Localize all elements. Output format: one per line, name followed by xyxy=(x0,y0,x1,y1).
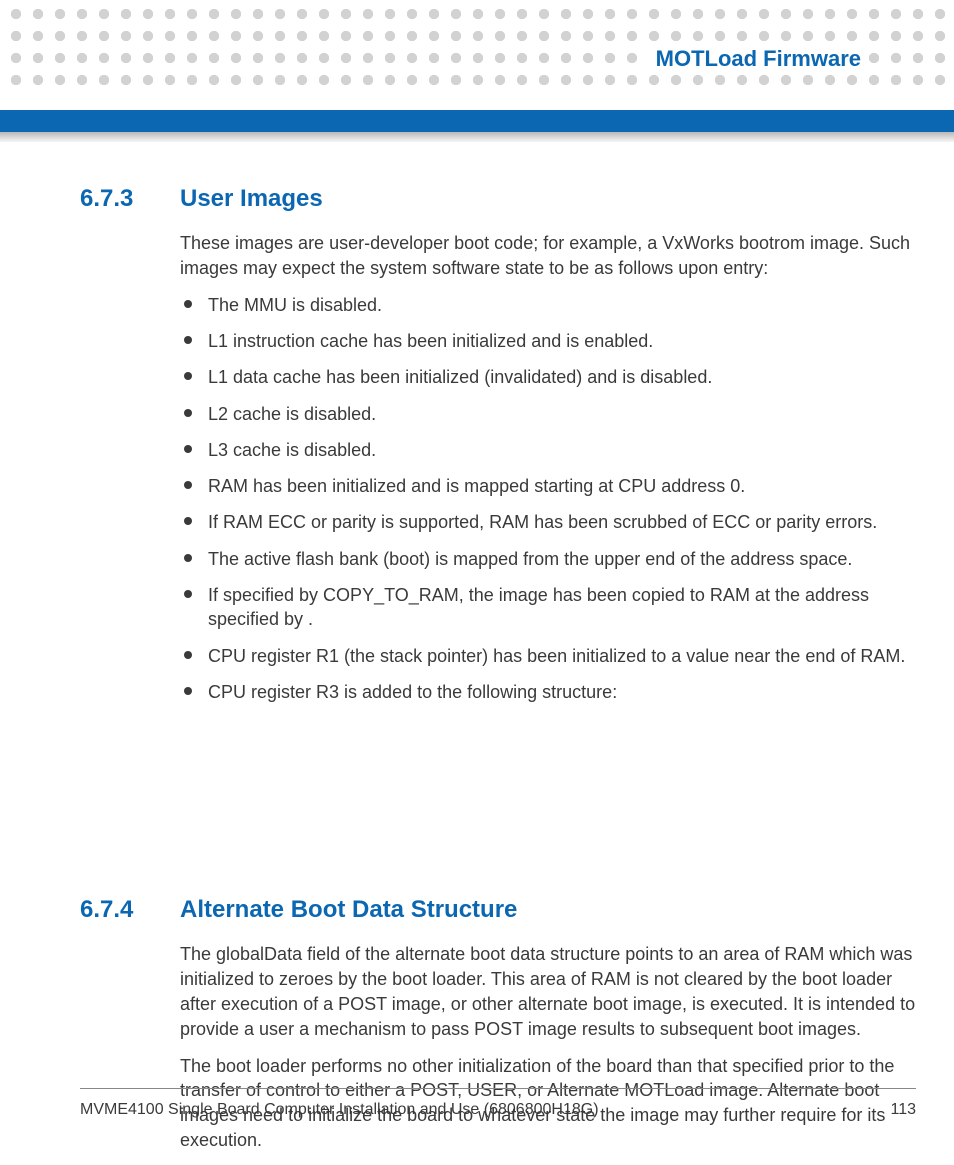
header-blue-bar xyxy=(0,110,954,132)
list-item: If RAM ECC or parity is supported, RAM h… xyxy=(180,510,916,534)
section-heading-673: 6.7.3 User Images xyxy=(80,185,916,213)
list-item: CPU register R3 is added to the followin… xyxy=(180,680,916,704)
section-body-674: The globalData field of the alternate bo… xyxy=(180,942,916,1153)
list-item: L1 data cache has been initialized (inva… xyxy=(180,365,916,389)
header-gray-bar xyxy=(0,132,954,142)
list-item: L1 instruction cache has been initialize… xyxy=(180,329,916,353)
page-footer: MVME4100 Single Board Computer Installat… xyxy=(80,1101,916,1119)
list-item: CPU register R1 (the stack pointer) has … xyxy=(180,644,916,668)
section-number: 6.7.3 xyxy=(80,185,180,213)
footer-doc-title: MVME4100 Single Board Computer Installat… xyxy=(80,1101,599,1119)
list-item: The MMU is disabled. xyxy=(180,293,916,317)
bullet-list: The MMU is disabled. L1 instruction cach… xyxy=(180,293,916,705)
list-item: L3 cache is disabled. xyxy=(180,438,916,462)
page-header-title: MOTLoad Firmware xyxy=(648,46,869,72)
section-body-673: These images are user-developer boot cod… xyxy=(180,231,916,704)
paragraph: The globalData field of the alternate bo… xyxy=(180,942,916,1041)
list-item: The active flash bank (boot) is mapped f… xyxy=(180,547,916,571)
list-item: L2 cache is disabled. xyxy=(180,402,916,426)
section-gap xyxy=(80,716,916,896)
section-title: Alternate Boot Data Structure xyxy=(180,896,517,924)
footer-divider xyxy=(80,1088,916,1089)
section-title: User Images xyxy=(180,185,323,213)
list-item: If specified by COPY_TO_RAM, the image h… xyxy=(180,583,916,632)
footer-page-number: 113 xyxy=(890,1101,916,1119)
intro-paragraph: These images are user-developer boot cod… xyxy=(180,231,916,281)
section-number: 6.7.4 xyxy=(80,896,180,924)
page-content: 6.7.3 User Images These images are user-… xyxy=(80,185,916,1165)
list-item: RAM has been initialized and is mapped s… xyxy=(180,474,916,498)
section-heading-674: 6.7.4 Alternate Boot Data Structure xyxy=(80,896,916,924)
